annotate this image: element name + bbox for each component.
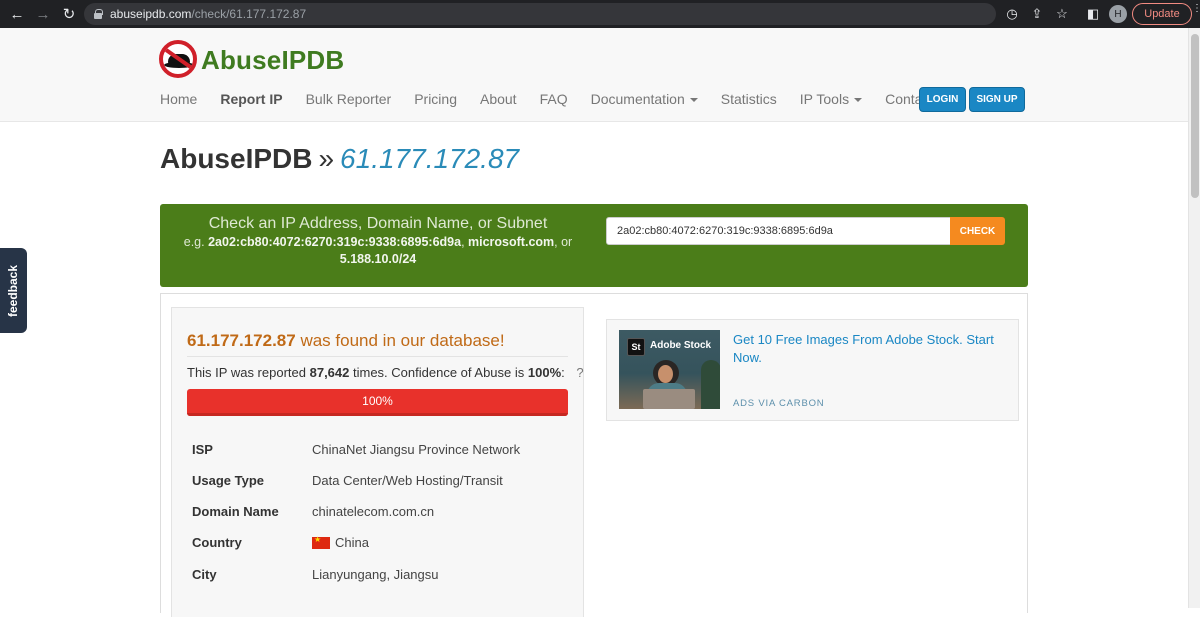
detail-value: ChinaNet Jiangsu Province Network [312,442,521,457]
url-host: abuseipdb.com [110,7,192,21]
nav-about[interactable]: About [480,91,517,107]
nav-report-ip[interactable]: Report IP [220,91,282,107]
found-message: 61.177.172.87 was found in our database! [187,331,505,351]
nav-bulk-reporter[interactable]: Bulk Reporter [306,91,392,107]
found-text: was found in our database! [300,331,505,350]
found-ip: 61.177.172.87 [187,331,296,350]
ad-image[interactable]: St Adobe Stock [619,330,720,409]
feedback-label: feedback [6,264,21,317]
ip-search-input[interactable]: 2a02:cb80:4072:6270:319c:9338:6895:6d9a [606,217,951,245]
login-button[interactable]: LOGIN [919,87,966,112]
search-heading: Check an IP Address, Domain Name, or Sub… [208,215,548,232]
help-icon[interactable]: ? [576,365,583,380]
abuseipdb-logo-icon[interactable] [159,40,197,78]
nav-documentation-label: Documentation [590,91,685,107]
carbon-ad: St Adobe Stock Get 10 Free Images From A… [606,319,1019,421]
reported-mid: times. Confidence of Abuse is [353,365,525,380]
nav-pricing[interactable]: Pricing [414,91,457,107]
scrollbar-thumb[interactable] [1191,34,1199,198]
more-menu-icon[interactable]: ⋮ [1192,4,1200,14]
side-panel-icon[interactable]: ◧ [1083,4,1103,24]
page-title-site: AbuseIPDB [160,143,313,174]
nav-faq[interactable]: FAQ [540,91,568,107]
report-summary: This IP was reported 87,642 times. Confi… [187,365,584,380]
detail-label: City [192,567,217,582]
nav-documentation[interactable]: Documentation [591,91,698,107]
reload-icon[interactable]: ↻ [58,3,80,25]
detail-value: chinatelecom.com.cn [312,504,435,519]
profile-avatar[interactable]: H [1109,5,1127,23]
signup-button[interactable]: SIGN UP [969,87,1025,112]
ads-via-carbon-link[interactable]: ADS VIA CARBON [733,398,824,409]
page-scrollbar[interactable] [1188,28,1200,608]
hint-prefix: e.g. [183,235,205,249]
check-button[interactable]: CHECK [950,217,1005,245]
report-panel: 61.177.172.87 was found in our database!… [171,307,584,617]
page-title: AbuseIPDB» 61.177.172.87 [160,143,519,175]
hint-example-subnet: 5.188.10.0/24 [339,252,417,266]
detail-value: Data Center/Web Hosting/Transit [312,473,503,488]
forward-icon[interactable]: → [32,3,54,25]
reported-prefix: This IP was reported [187,365,306,380]
confidence-value: 100% [527,365,562,380]
country-name: China [335,535,369,550]
ip-check-form: Check an IP Address, Domain Name, or Sub… [160,204,1028,287]
performance-icon[interactable]: ◷ [1002,4,1022,24]
browser-toolbar: ← → ↻ abuseipdb.com/check/61.177.172.87 … [0,0,1200,28]
detail-value: China [312,535,369,550]
confidence-progress-bar: 100% [187,389,568,416]
page-title-separator: » [318,143,335,174]
share-icon[interactable]: ⇪ [1027,4,1047,24]
feedback-tab[interactable]: feedback [0,248,27,333]
main-nav: Home Report IP Bulk Reporter Pricing Abo… [160,91,956,107]
result-container: 61.177.172.87 was found in our database!… [160,293,1028,617]
caret-down-icon [854,98,863,103]
detail-label: Country [192,535,242,550]
update-button[interactable]: Update [1132,3,1192,25]
back-icon[interactable]: ← [6,3,28,25]
logo-text[interactable]: AbuseIPDB [201,45,344,76]
detail-value: Lianyungang, Jiangsu [312,567,439,582]
hint-or: or [561,235,573,249]
report-count: 87,642 [309,365,350,380]
adobe-stock-logo-icon: St [627,338,645,356]
ad-brand-name: Adobe Stock [650,340,712,351]
divider [187,356,568,357]
site-header: AbuseIPDB Home Report IP Bulk Reporter P… [0,28,1188,122]
detail-label: Usage Type [192,473,265,488]
nav-home[interactable]: Home [160,91,197,107]
nav-statistics[interactable]: Statistics [721,91,777,107]
flag-china-icon [312,535,330,549]
hint-example-domain: microsoft.com [468,235,555,249]
url-path: /check/61.177.172.87 [191,7,307,21]
search-hint: e.g. 2a02:cb80:4072:6270:319c:9338:6895:… [183,235,573,266]
page-title-ip: 61.177.172.87 [340,143,520,174]
address-bar[interactable]: abuseipdb.com/check/61.177.172.87 [84,3,996,25]
detail-label: Domain Name [192,504,279,519]
nav-ip-tools-label: IP Tools [799,91,850,107]
hint-example-ipv6: 2a02:cb80:4072:6270:319c:9338:6895:6d9a [208,235,462,249]
lock-icon [94,9,103,19]
nav-ip-tools[interactable]: IP Tools [799,91,863,107]
caret-down-icon [689,98,698,103]
ad-link[interactable]: Get 10 Free Images From Adobe Stock. Sta… [733,331,1003,367]
detail-label: ISP [192,442,213,457]
bookmark-star-icon[interactable]: ☆ [1052,4,1072,24]
confidence-progress-fill: 100% [187,389,568,416]
